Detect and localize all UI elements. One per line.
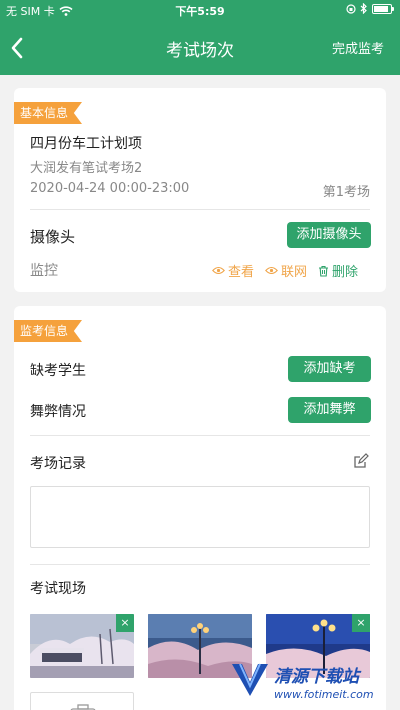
cheating-label: 舞弊情况 — [30, 404, 86, 420]
battery-icon — [372, 3, 394, 14]
exam-scene-label: 考试现场 — [30, 581, 86, 597]
remove-photo-button[interactable]: × — [352, 614, 370, 632]
finish-proctor-button[interactable]: 完成监考 — [332, 38, 384, 57]
delete-label: 删除 — [332, 265, 359, 280]
divider — [30, 209, 370, 210]
room-number: 第1考场 — [322, 185, 370, 200]
status-bar: 无 SIM 卡 下午5:59 — [0, 0, 400, 20]
add-cheating-button[interactable]: 添加舞弊 — [288, 397, 371, 423]
watermark-logo-icon — [232, 663, 268, 696]
proctor-info-tag: 监考信息 — [14, 320, 82, 342]
site-watermark: 清源下载站 www.fotimeit.com — [228, 652, 400, 710]
add-camera-button[interactable]: 添加摄像头 — [287, 222, 371, 248]
network-label: 联网 — [281, 265, 308, 280]
camera-label: 摄像头 — [30, 228, 76, 246]
edit-icon[interactable] — [353, 453, 369, 469]
exam-datetime: 2020-04-24 00:00-23:00 — [30, 181, 190, 196]
add-photo-button[interactable] — [30, 692, 134, 710]
divider — [30, 564, 370, 565]
add-absent-button[interactable]: 添加缺考 — [288, 356, 371, 382]
status-time: 下午5:59 — [175, 5, 225, 18]
camera-icon — [70, 704, 96, 710]
view-button[interactable]: 查看 — [212, 261, 254, 280]
watermark-name: 清源下载站 — [274, 667, 359, 687]
orientation-lock-icon — [346, 3, 356, 14]
app-header: 无 SIM 卡 下午5:59 考试场次 完成监考 — [0, 0, 400, 75]
absent-students-label: 缺考学生 — [30, 363, 86, 379]
delete-button[interactable]: 删除 — [318, 261, 358, 280]
basic-info-card: 基本信息 四月份车工计划项 大润发有笔试考场2 2020-04-24 00:00… — [14, 88, 386, 292]
nav-bar: 考试场次 完成监考 — [0, 28, 400, 68]
watermark-url: www.fotimeit.com — [274, 688, 374, 701]
network-button[interactable]: 联网 — [265, 261, 307, 280]
divider — [30, 435, 370, 436]
exam-record-label: 考场记录 — [30, 456, 86, 472]
remove-photo-button[interactable]: × — [116, 614, 134, 632]
eye-icon — [265, 266, 278, 275]
view-label: 查看 — [228, 265, 255, 280]
eye-icon — [212, 266, 225, 275]
monitor-label: 监控 — [30, 263, 58, 279]
exam-record-field[interactable] — [30, 486, 370, 548]
venue-name: 大润发有笔试考场2 — [30, 161, 143, 176]
trash-icon — [319, 265, 328, 277]
bluetooth-icon — [360, 3, 367, 14]
proctor-info-card: 监考信息 缺考学生 添加缺考 舞弊情况 添加舞弊 考场记录 考试现场 × × — [14, 306, 386, 710]
scene-photo[interactable]: × — [30, 614, 134, 678]
plan-name: 四月份车工计划项 — [30, 136, 142, 152]
basic-info-tag: 基本信息 — [14, 102, 82, 124]
